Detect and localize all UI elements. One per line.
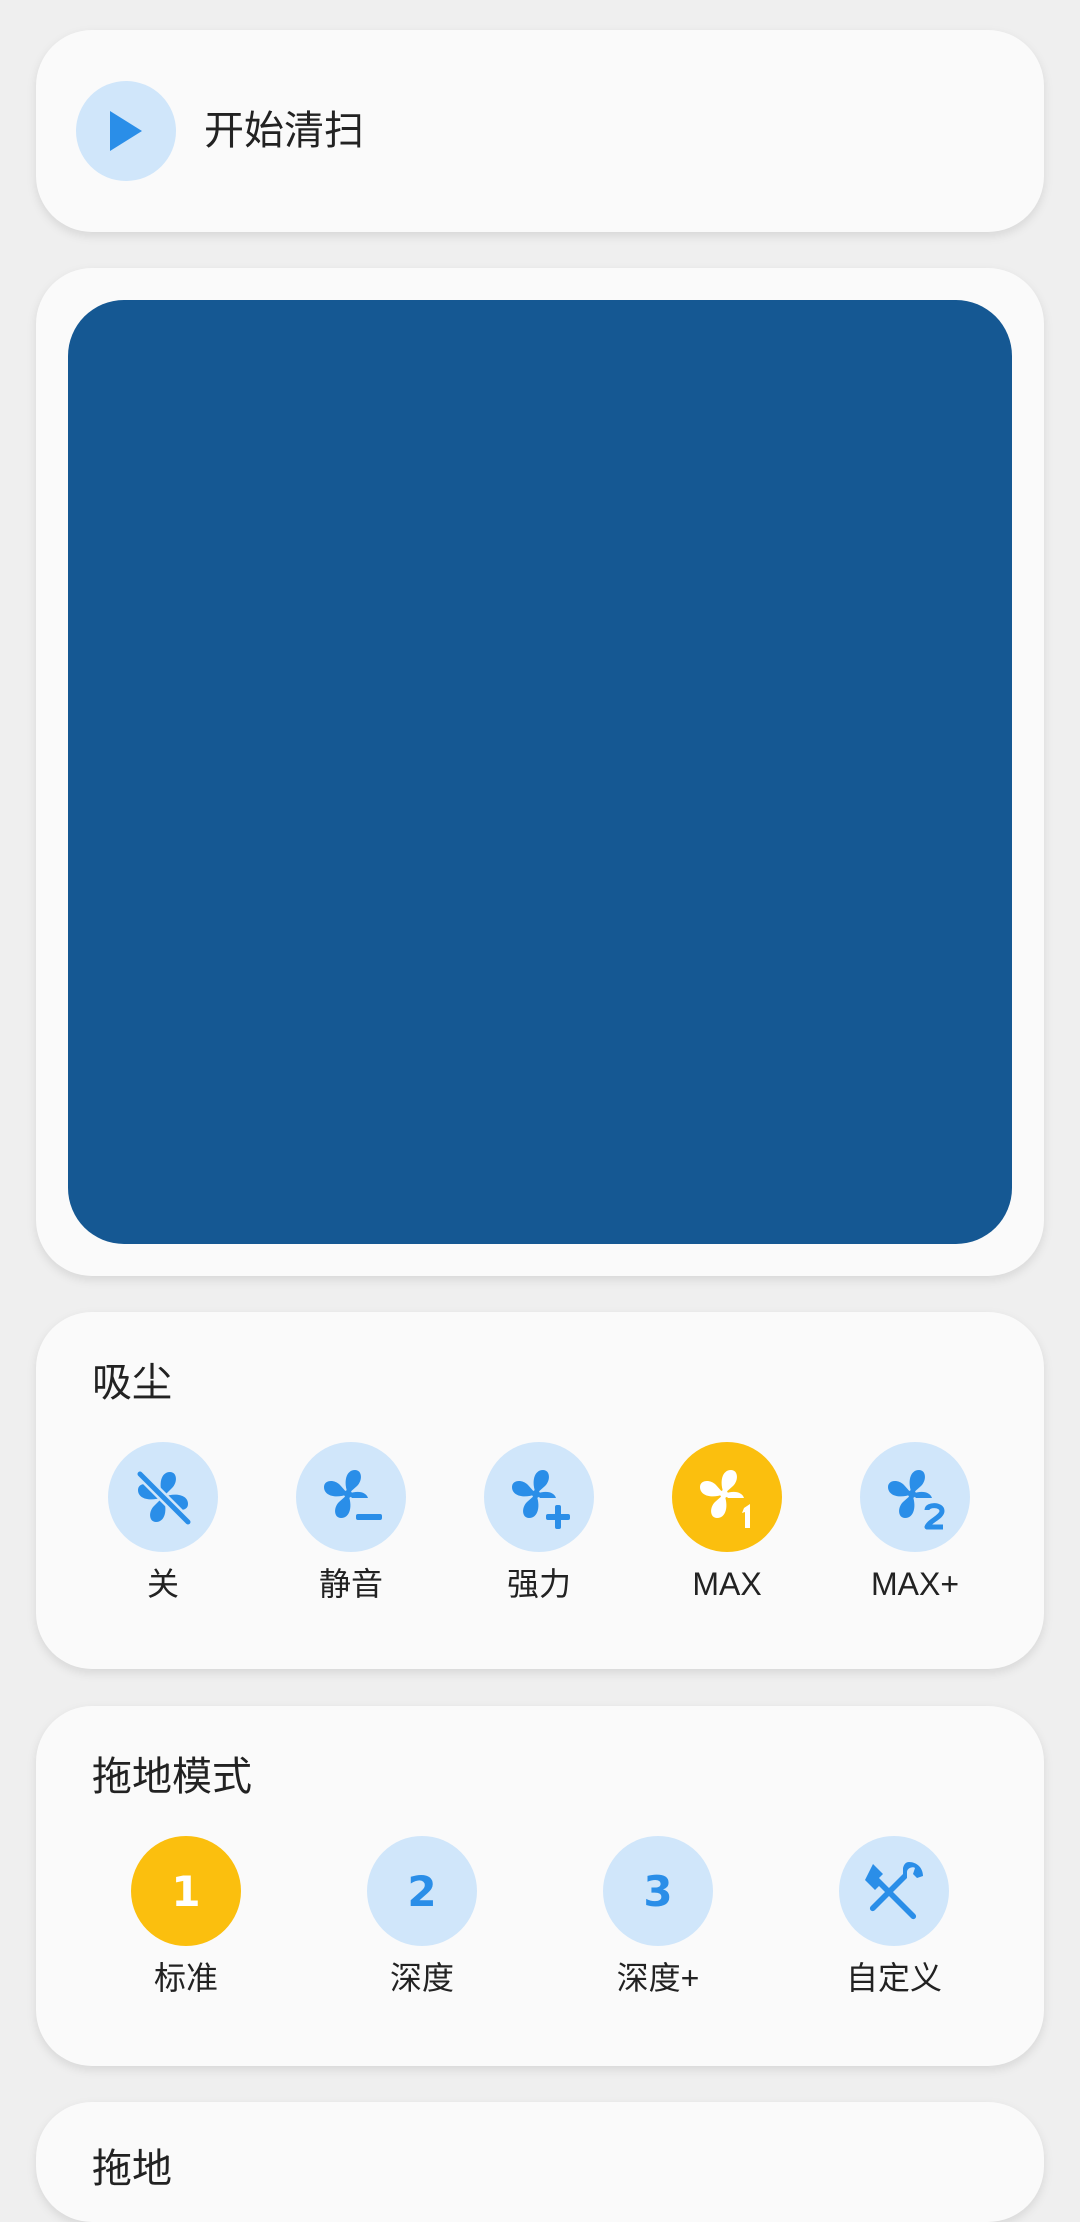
suction-option-off[interactable]: 关 [73,1442,253,1604]
mop-option-deep[interactable]: 2 深度 [332,1836,512,1998]
fan-2-icon [888,1470,945,1530]
number-3-icon: 3 [643,1866,673,1916]
mop-option-standard-circle[interactable]: 1 [131,1836,241,1946]
mop-option-deep-label: 深度 [389,1960,454,1996]
suction-option-strong[interactable]: 强力 [449,1442,629,1604]
mop-option-standard[interactable]: 1 标准 [96,1836,276,1998]
suction-title: 吸尘 [92,1361,172,1405]
mop-card: 拖地 [36,2102,1044,2222]
suction-option-max-plus[interactable]: MAX+ [825,1442,1005,1604]
suction-option-max-label: MAX [692,1566,762,1602]
tools-icon [865,1862,923,1920]
suction-option-max-plus-circle[interactable] [860,1442,970,1552]
suction-option-strong-circle[interactable] [484,1442,594,1552]
suction-option-quiet-circle[interactable] [296,1442,406,1552]
mop-option-deep-plus-label: 深度+ [616,1960,700,1996]
mop-mode-title: 拖地模式 [92,1755,252,1799]
fan-off-icon [135,1469,193,1527]
map-area[interactable] [68,300,1012,1244]
mop-mode-card: 拖地模式 1 标准 2 深度 3 深度+ 自定义 [36,1706,1044,2066]
mop-option-custom[interactable]: 自定义 [804,1836,984,1998]
suction-option-max-plus-label: MAX+ [870,1566,960,1602]
mop-option-standard-label: 标准 [153,1960,218,1996]
suction-option-quiet[interactable]: 静音 [261,1442,441,1604]
mop-option-deep-plus[interactable]: 3 深度+ [568,1836,748,1998]
number-2-icon: 2 [407,1866,437,1916]
suction-option-max-circle[interactable] [672,1442,782,1552]
fan-1-icon [700,1470,750,1528]
fan-plus-icon [512,1470,570,1529]
start-cleaning-card: 开始清扫 [36,30,1044,232]
number-1-icon: 1 [171,1866,201,1916]
mop-option-custom-circle[interactable] [839,1836,949,1946]
play-icon [110,111,142,151]
suction-option-off-label: 关 [146,1566,179,1602]
suction-card: 吸尘 关 静音 强力 MAX MAX+ [36,1312,1044,1669]
mop-option-custom-label: 自定义 [845,1960,942,1996]
suction-option-strong-label: 强力 [506,1566,571,1602]
suction-option-quiet-label: 静音 [318,1566,383,1602]
suction-option-max[interactable]: MAX [637,1442,817,1604]
suction-option-off-circle[interactable] [108,1442,218,1552]
mop-option-deep-circle[interactable]: 2 [367,1836,477,1946]
start-button[interactable] [76,81,176,181]
fan-minus-icon [324,1470,382,1520]
mop-option-deep-plus-circle[interactable]: 3 [603,1836,713,1946]
start-cleaning-label[interactable]: 开始清扫 [204,106,364,156]
mop-title: 拖地 [92,2147,172,2191]
map-card [36,268,1044,1276]
